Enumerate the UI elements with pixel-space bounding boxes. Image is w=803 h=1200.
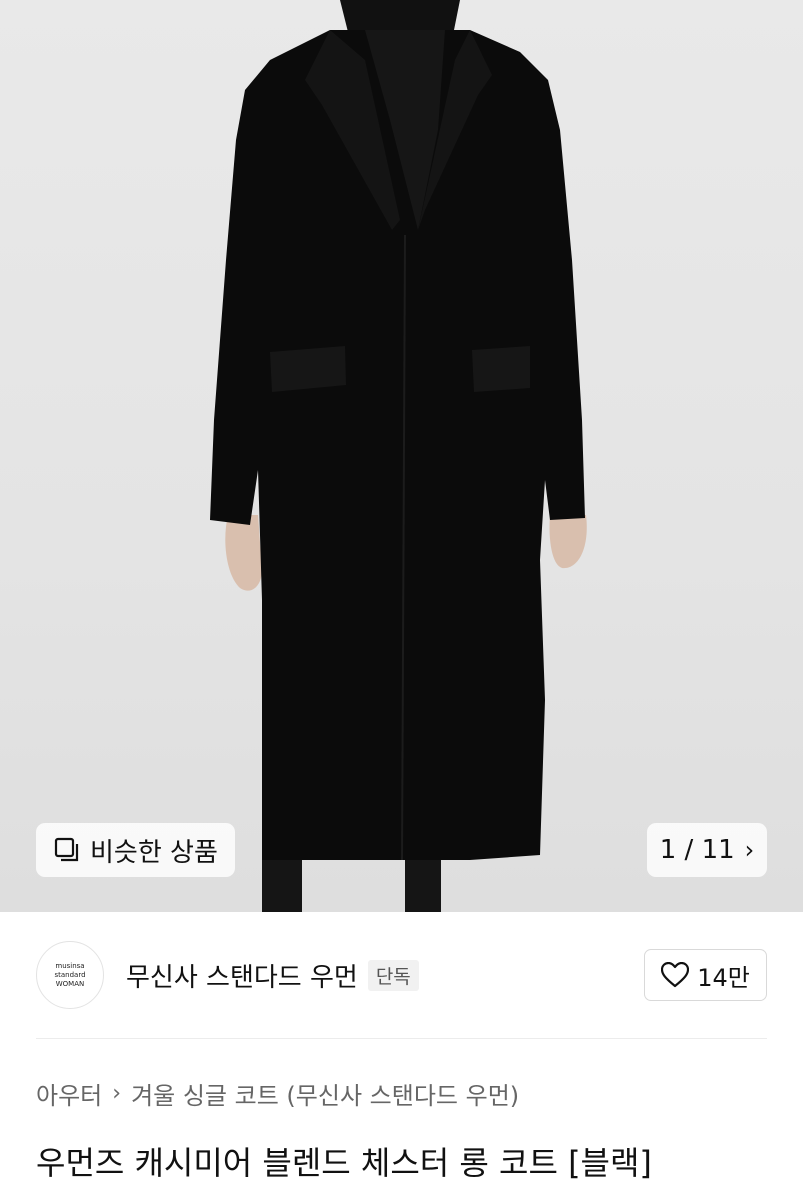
logo-line: standard [54, 970, 86, 979]
brand-name[interactable]: 무신사 스탠다드 우먼 [126, 957, 358, 994]
breadcrumb: 아우터 › 겨울 싱글 코트 (무신사 스탠다드 우먼) [36, 1076, 519, 1111]
brand-logo[interactable]: musinsa standard WOMAN [36, 941, 104, 1009]
heart-outline-icon [661, 962, 690, 988]
product-photo [210, 0, 587, 912]
image-counter-text: 1 / 11 [659, 835, 735, 865]
divider [36, 1038, 767, 1039]
chevron-right-icon: › [112, 1081, 122, 1106]
product-image-gallery[interactable]: 비슷한 상품 1 / 11 › [0, 0, 803, 912]
brand-row: musinsa standard WOMAN 무신사 스탠다드 우먼 단독 14… [36, 940, 767, 1010]
chevron-right-icon: › [744, 836, 755, 864]
like-count: 14만 [697, 963, 750, 992]
stacked-squares-icon [54, 837, 80, 863]
similar-products-label: 비슷한 상품 [90, 837, 218, 868]
breadcrumb-item-outer[interactable]: 아우터 [36, 1076, 102, 1111]
product-title: 우먼즈 캐시미어 블렌드 체스터 롱 코트 [블랙] [36, 1144, 652, 1182]
logo-line: musinsa [55, 961, 85, 970]
like-button[interactable]: 14만 [644, 949, 767, 1001]
image-counter[interactable]: 1 / 11 › [647, 823, 767, 877]
exclusive-badge: 단독 [367, 959, 419, 991]
similar-products-button[interactable]: 비슷한 상품 [36, 823, 235, 877]
breadcrumb-item-category[interactable]: 겨울 싱글 코트 (무신사 스탠다드 우먼) [131, 1076, 519, 1111]
logo-line: WOMAN [55, 979, 85, 988]
